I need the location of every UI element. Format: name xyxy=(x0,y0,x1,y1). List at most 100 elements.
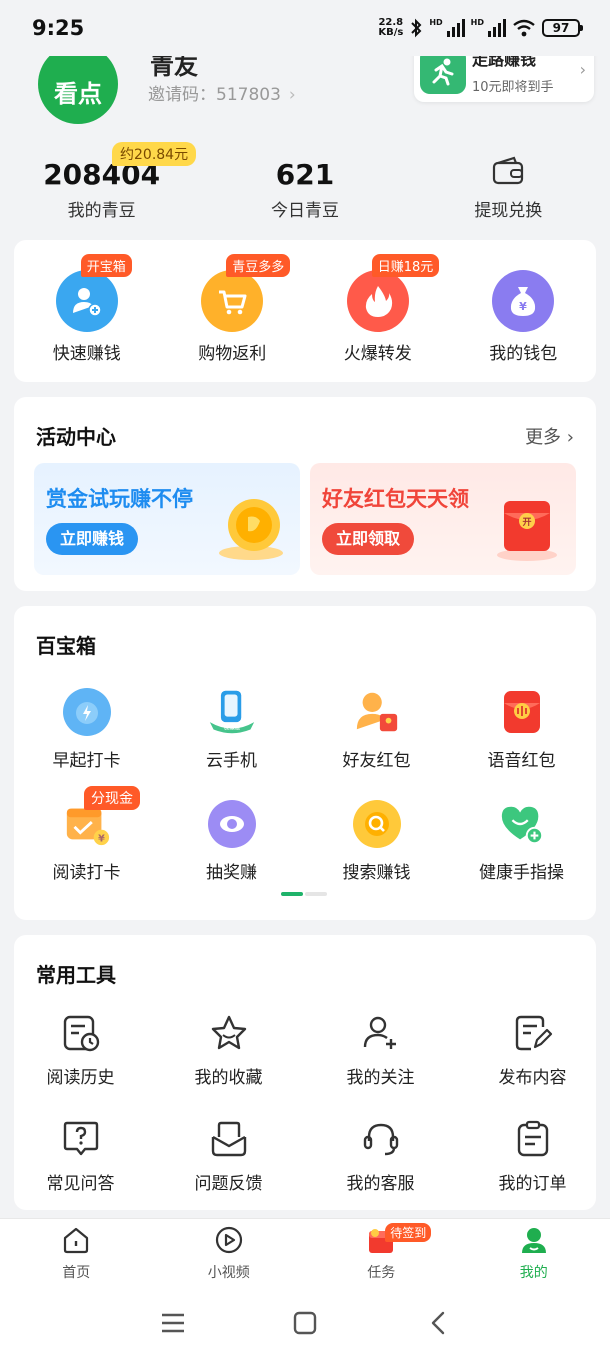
tool-label: 我的收藏 xyxy=(194,1068,263,1088)
tool-feedback[interactable]: 问题反馈 xyxy=(156,1119,301,1219)
tool-favorites[interactable]: 我的收藏 xyxy=(156,1013,301,1113)
tool-label: 常见问答 xyxy=(46,1174,115,1194)
quick-action-badge: 日赚18元 xyxy=(371,254,440,277)
chevron-right-icon: › xyxy=(288,85,296,105)
section-title: 百宝箱 xyxy=(36,634,96,658)
hd-label-1: HD xyxy=(429,18,443,27)
wallet-icon xyxy=(493,156,524,185)
signal-icon-1 xyxy=(446,19,465,37)
headset-icon xyxy=(363,1123,398,1156)
question-icon xyxy=(63,1121,98,1156)
stat-label: 我的青豆 xyxy=(67,201,136,221)
chevron-right-icon: › xyxy=(579,60,586,79)
tool-orders[interactable]: 我的订单 xyxy=(460,1119,605,1219)
bluetooth-icon xyxy=(411,18,422,38)
tab-label: 小视频 xyxy=(207,1265,250,1281)
tab-mine[interactable]: 我的 xyxy=(458,1219,610,1290)
stat-label: 今日青豆 xyxy=(270,201,339,221)
tab-short-video[interactable]: 小视频 xyxy=(153,1219,306,1290)
tool-publish[interactable]: 发布内容 xyxy=(460,1013,605,1113)
svg-text:开: 开 xyxy=(522,517,531,528)
quick-action-share[interactable]: 日赚18元 火爆转发 xyxy=(305,240,451,382)
cloud-phone-icon: 极致版 xyxy=(207,688,256,736)
treasure-item-badge: 分现金 xyxy=(84,786,140,810)
lottery-icon xyxy=(207,800,256,848)
svg-text:¥: ¥ xyxy=(519,300,527,313)
battery-icon: 97 xyxy=(542,19,583,37)
wifi-icon xyxy=(513,19,535,37)
gold-coin-icon xyxy=(219,499,283,560)
banner-friend-red-packet[interactable]: 好友红包天天领 立即领取 开 xyxy=(310,463,576,575)
tab-home[interactable]: 首页 xyxy=(0,1219,153,1290)
treasure-item-search-earn[interactable]: 搜索赚钱 xyxy=(304,792,449,892)
more-link[interactable]: 更多 › xyxy=(525,423,574,449)
quick-action-badge: 青豆多多 xyxy=(226,254,291,277)
clipboard-icon xyxy=(517,1120,548,1157)
play-icon xyxy=(215,1226,242,1254)
section-title: 活动中心 xyxy=(36,425,116,449)
add-user-icon xyxy=(55,270,118,332)
stat-withdraw[interactable]: 提现兑换 xyxy=(407,140,610,230)
treasure-item-cloud-phone[interactable]: 极致版 云手机 xyxy=(159,680,304,780)
tool-reading-history[interactable]: 阅读历史 xyxy=(8,1013,153,1113)
edit-icon xyxy=(515,1015,552,1051)
quick-action-fast-earn[interactable]: 开宝箱 快速赚钱 xyxy=(14,240,160,382)
tool-label: 我的订单 xyxy=(498,1174,567,1194)
section-title: 常用工具 xyxy=(36,963,116,987)
friend-red-packet-icon xyxy=(353,688,401,736)
money-bag-icon: ¥ xyxy=(492,270,555,332)
svg-text:¥: ¥ xyxy=(98,833,105,844)
tab-tasks[interactable]: 待签到 任务 xyxy=(305,1219,458,1290)
red-packet-icon: 开 xyxy=(497,501,557,561)
quick-actions-card: 开宝箱 快速赚钱 青豆多多 购物返利 日赚18元 火爆转发 ¥ 我的钱包 xyxy=(14,240,596,382)
profile-icon xyxy=(521,1228,546,1253)
invite-code[interactable]: 邀请码：517803 › xyxy=(148,80,296,105)
home-square-icon[interactable] xyxy=(290,1308,320,1338)
banner-title: 好友红包天天领 xyxy=(322,487,469,511)
common-tools-card: 常用工具 阅读历史 我的收藏 我的关注 发布内容 常见问答 问题反馈 我的客服 xyxy=(14,935,596,1210)
bottom-tab-bar: 首页 小视频 待签到 任务 我的 xyxy=(0,1218,610,1290)
svg-text:极致版: 极致版 xyxy=(223,724,240,732)
banner-button[interactable]: 立即赚钱 xyxy=(46,523,139,555)
banner-button[interactable]: 立即领取 xyxy=(322,523,415,555)
activity-center-card: 活动中心 更多 › 赏金试玩赚不停 立即赚钱 好友红包天天领 立即领取 开 xyxy=(14,397,596,591)
status-icons: 22.8 KB/s HD HD 97 xyxy=(378,17,583,38)
treasure-item-label: 搜索赚钱 xyxy=(342,863,411,883)
status-bar: 9:25 22.8 KB/s HD HD 97 xyxy=(0,0,610,56)
tool-following[interactable]: 我的关注 xyxy=(308,1013,453,1113)
treasure-item-lottery[interactable]: 抽奖赚 xyxy=(159,792,304,892)
menu-icon[interactable] xyxy=(158,1308,188,1338)
feedback-icon xyxy=(211,1121,246,1157)
home-icon xyxy=(64,1227,89,1254)
stat-my-beans[interactable]: 208404 我的青豆 约20.84元 xyxy=(0,140,203,230)
banner-trial-earn[interactable]: 赏金试玩赚不停 立即赚钱 xyxy=(34,463,300,575)
tool-customer-service[interactable]: 我的客服 xyxy=(308,1119,453,1219)
cart-icon xyxy=(201,270,264,332)
star-icon xyxy=(211,1015,246,1050)
stat-today-beans[interactable]: 621 今日青豆 xyxy=(203,140,406,230)
treasure-item-early-checkin[interactable]: 早起打卡 xyxy=(14,680,159,780)
status-time: 9:25 xyxy=(32,16,85,40)
back-icon[interactable] xyxy=(424,1308,454,1338)
treasure-item-label: 阅读打卡 xyxy=(52,863,121,883)
app-logo: 看点 xyxy=(38,44,118,124)
quick-action-label: 购物返利 xyxy=(198,344,267,364)
quick-action-shopping[interactable]: 青豆多多 购物返利 xyxy=(160,240,306,382)
stat-badge: 约20.84元 xyxy=(112,142,197,166)
tool-faq[interactable]: 常见问答 xyxy=(8,1119,153,1219)
tool-label: 发布内容 xyxy=(498,1068,567,1088)
treasure-item-label: 好友红包 xyxy=(342,751,411,771)
treasure-item-label: 抽奖赚 xyxy=(206,863,257,883)
treasure-item-friend-red-packet[interactable]: 好友红包 xyxy=(304,680,449,780)
treasure-item-label: 早起打卡 xyxy=(52,751,121,771)
treasure-item-reading-checkin[interactable]: ¥ 分现金 阅读打卡 xyxy=(14,786,159,892)
treasure-item-health-finger[interactable]: 健康手指操 xyxy=(449,792,594,892)
voice-red-packet-icon xyxy=(498,688,546,736)
tool-label: 我的客服 xyxy=(346,1174,415,1194)
treasure-item-voice-red-packet[interactable]: 语音红包 xyxy=(449,680,594,780)
tab-label: 任务 xyxy=(367,1265,396,1281)
tab-label: 首页 xyxy=(62,1265,91,1281)
quick-action-wallet[interactable]: ¥ 我的钱包 xyxy=(451,240,597,382)
quick-action-label: 快速赚钱 xyxy=(52,344,121,364)
network-speed: 22.8 KB/s xyxy=(378,17,404,38)
